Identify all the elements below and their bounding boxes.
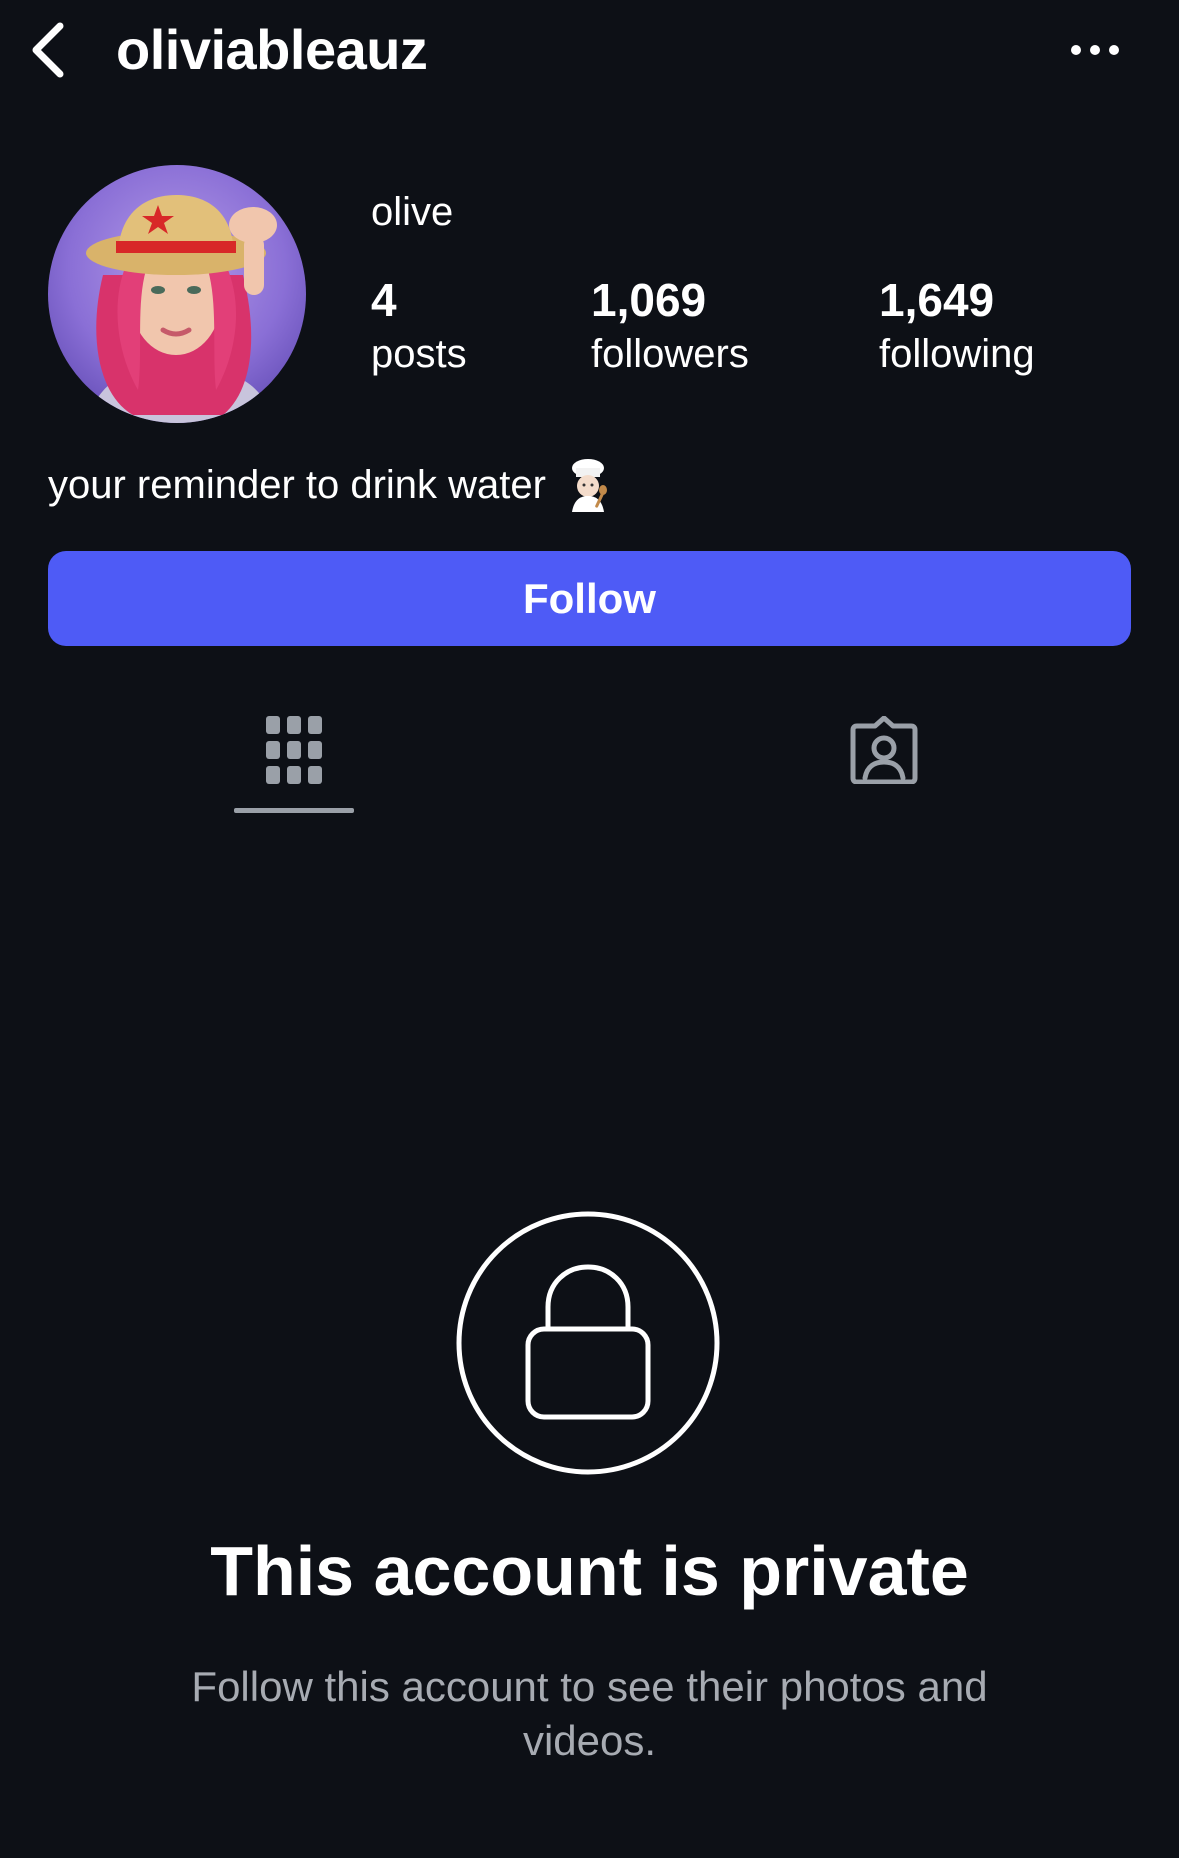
tab-tagged[interactable] bbox=[814, 700, 954, 800]
followers-count: 1,069 bbox=[591, 274, 707, 326]
private-lock-badge bbox=[456, 1211, 720, 1475]
bio-text: your reminder to drink water bbox=[48, 463, 546, 507]
profile-username: oliviableauz bbox=[116, 18, 428, 81]
top-bar: oliviableauz bbox=[0, 0, 1179, 100]
posts-count: 4 bbox=[371, 274, 397, 326]
tagged-user-icon bbox=[850, 716, 918, 784]
private-account-title: This account is private bbox=[210, 1532, 969, 1610]
following-label: following bbox=[879, 332, 1035, 376]
tab-posts-grid[interactable] bbox=[224, 700, 364, 800]
ellipsis-horizontal-icon bbox=[1071, 45, 1119, 55]
profile-photo bbox=[48, 165, 306, 423]
follow-button[interactable]: Follow bbox=[48, 551, 1131, 646]
stat-following[interactable]: 1,649 following bbox=[879, 272, 1035, 380]
chevron-left-icon bbox=[32, 22, 64, 78]
profile-display-name: olive bbox=[371, 190, 454, 234]
stat-followers[interactable]: 1,069 followers bbox=[591, 272, 749, 380]
profile-bio: your reminder to drink water bbox=[48, 455, 612, 515]
more-options-button[interactable] bbox=[1060, 24, 1130, 76]
grid-icon bbox=[266, 716, 322, 784]
avatar[interactable] bbox=[48, 165, 306, 423]
selected-tab-indicator bbox=[234, 808, 354, 813]
stat-posts: 4 posts bbox=[371, 272, 467, 380]
followers-label: followers bbox=[591, 332, 749, 376]
following-count: 1,649 bbox=[879, 274, 995, 326]
chef-emoji bbox=[571, 459, 607, 512]
private-account-subtitle: Follow this account to see their photos … bbox=[191, 1663, 988, 1764]
lock-icon bbox=[456, 1211, 720, 1475]
posts-label: posts bbox=[371, 332, 467, 376]
back-button[interactable] bbox=[18, 12, 78, 88]
